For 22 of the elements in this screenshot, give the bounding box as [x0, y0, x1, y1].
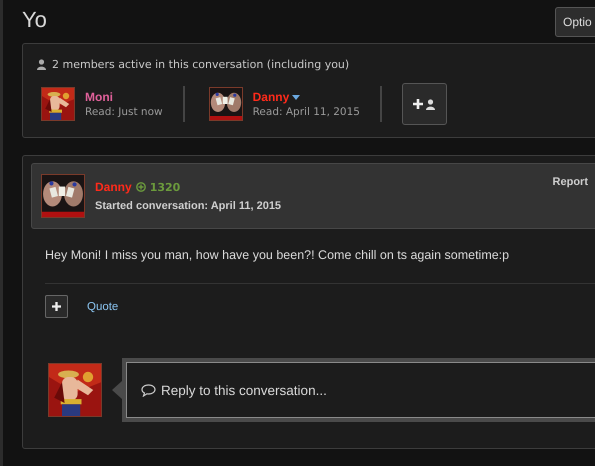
report-link[interactable]: Report [552, 176, 588, 188]
member-name[interactable]: Moni [85, 90, 113, 104]
message-text: Hey Moni! I miss you man, how have you been?! Come chill on ts again sometime:p [45, 248, 510, 262]
options-button[interactable]: Optio [555, 7, 595, 37]
plus-icon [413, 99, 424, 109]
read-status: Read: Just now [85, 106, 163, 118]
quote-link[interactable]: Quote [87, 300, 118, 312]
plus-icon [52, 302, 61, 311]
read-status: Read: April 11, 2015 [252, 106, 360, 118]
speech-bubble-icon [141, 384, 156, 396]
plus-circle-icon [136, 182, 146, 192]
start-date: Started conversation: April 11, 2015 [95, 200, 282, 212]
member-name[interactable]: Danny [252, 90, 290, 104]
add-button[interactable] [45, 295, 68, 318]
members-summary: 2 members active in this conversation (including you) [52, 58, 350, 71]
points: 1320 [150, 180, 180, 194]
invite-member-button[interactable] [402, 83, 447, 125]
caret-icon[interactable] [292, 94, 300, 100]
person-icon [37, 59, 46, 70]
conversation-title: Yo [22, 6, 47, 34]
reply-field[interactable]: Reply to this conversation... [126, 362, 595, 418]
person-icon [426, 98, 436, 110]
